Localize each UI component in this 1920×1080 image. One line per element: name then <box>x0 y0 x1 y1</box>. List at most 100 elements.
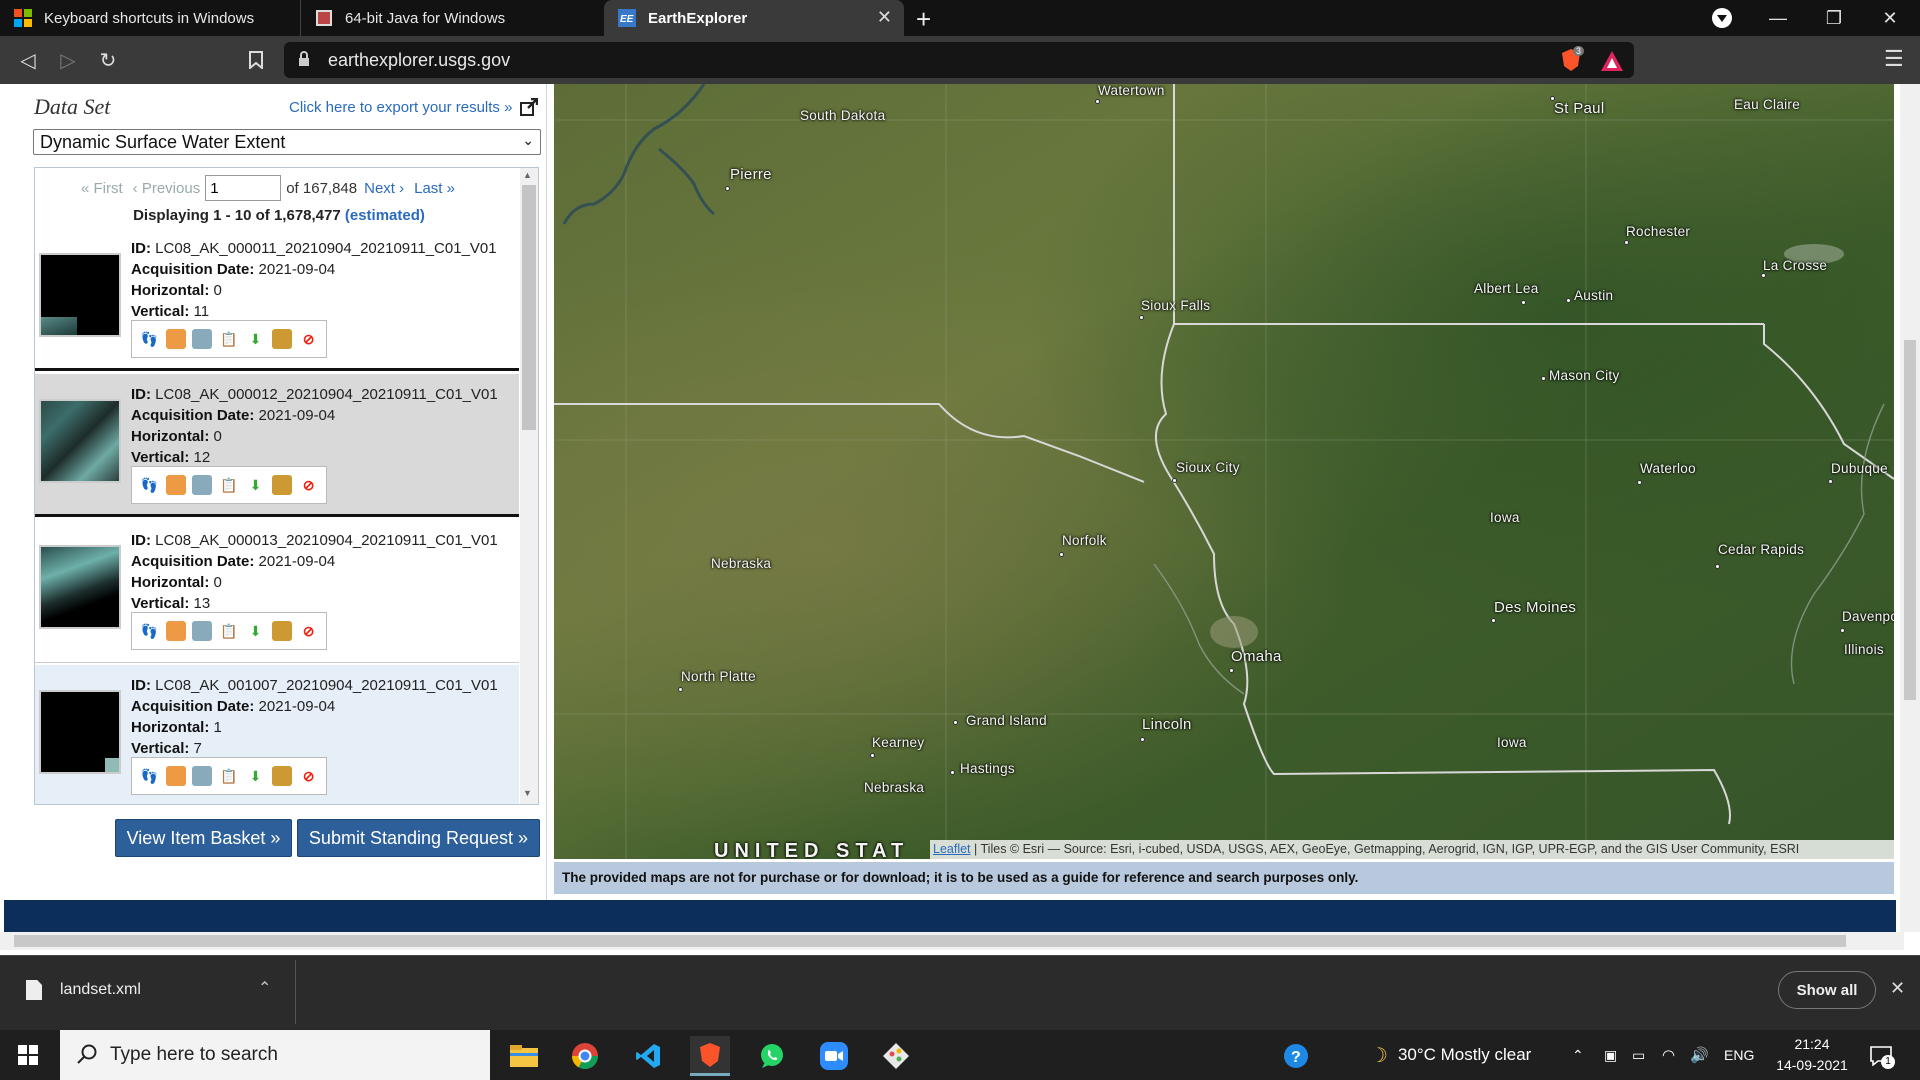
language-indicator[interactable]: ENG <box>1724 1030 1754 1080</box>
add-to-bulk-icon[interactable] <box>272 329 293 349</box>
footprint-icon[interactable]: 👣 <box>139 766 159 786</box>
add-to-bulk-icon[interactable] <box>272 475 293 495</box>
new-tab-button[interactable]: + <box>916 4 931 35</box>
page-number-input[interactable] <box>205 175 282 201</box>
map-label-nebraska: Nebraska <box>711 556 772 571</box>
leaflet-link[interactable]: Leaflet <box>933 842 971 856</box>
compare-icon[interactable] <box>192 766 213 786</box>
file-explorer-icon[interactable] <box>504 1036 544 1076</box>
metadata-icon[interactable]: 📋 <box>219 475 239 495</box>
close-downloads-icon[interactable]: ✕ <box>1890 978 1905 999</box>
result-item[interactable]: ID: LC08_AK_000013_20210904_20210911_C01… <box>35 520 519 663</box>
overlay-icon[interactable] <box>165 766 186 786</box>
download-icon[interactable]: ⬇ <box>246 329 266 349</box>
download-icon[interactable]: ⬇ <box>246 766 266 786</box>
git-kraken-icon[interactable] <box>876 1036 916 1076</box>
result-item[interactable]: ID: LC08_AK_000011_20210904_20210911_C01… <box>35 228 519 371</box>
result-item[interactable]: ID: LC08_AK_000012_20210904_20210911_C01… <box>35 374 519 517</box>
minimize-icon[interactable]: — <box>1750 0 1806 36</box>
results-scrollbar-thumb[interactable] <box>522 185 536 430</box>
result-thumbnail[interactable] <box>39 253 121 337</box>
metadata-icon[interactable]: 📋 <box>219 329 239 349</box>
restore-icon[interactable]: ❐ <box>1806 0 1862 36</box>
page-scrollbar-thumb[interactable] <box>1904 340 1916 700</box>
exclude-icon[interactable]: ⊘ <box>299 621 319 641</box>
result-thumbnail[interactable] <box>39 690 121 774</box>
map-view[interactable]: South Dakota Pierre Watertown St Paul Ea… <box>554 84 1894 859</box>
scroll-down-icon[interactable]: ▼ <box>523 788 532 798</box>
wifi-icon[interactable]: ◠ <box>1662 1030 1675 1080</box>
dataset-select[interactable]: Dynamic Surface Water Extent ⌄ <box>33 129 541 155</box>
download-filename[interactable]: landset.xml <box>60 981 141 999</box>
chevron-up-icon[interactable]: ⌃ <box>258 978 271 998</box>
footprint-icon[interactable]: 👣 <box>139 329 159 349</box>
taskbar-search[interactable]: Type here to search <box>60 1030 490 1080</box>
volume-icon[interactable]: 🔊 <box>1690 1030 1709 1080</box>
city-marker <box>1095 99 1100 104</box>
add-to-bulk-icon[interactable] <box>272 621 293 641</box>
bookmark-icon[interactable] <box>236 36 276 84</box>
exclude-icon[interactable]: ⊘ <box>299 766 319 786</box>
tab-java[interactable]: 64-bit Java for Windows <box>300 0 600 36</box>
next-page-link[interactable]: Next › <box>364 180 404 197</box>
chrome-icon[interactable] <box>565 1036 605 1076</box>
close-tab-icon[interactable]: ✕ <box>877 7 892 28</box>
close-window-icon[interactable]: ✕ <box>1862 0 1918 36</box>
brave-shield-icon[interactable]: 3 <box>1560 46 1585 72</box>
tab-keyboard-shortcuts[interactable]: Keyboard shortcuts in Windows <box>0 0 300 36</box>
tab-earthexplorer[interactable]: EE EarthExplorer ✕ <box>604 0 904 36</box>
zoom-icon[interactable] <box>814 1036 854 1076</box>
compare-icon[interactable] <box>192 475 213 495</box>
overlay-icon[interactable] <box>165 329 186 349</box>
compare-icon[interactable] <box>192 329 213 349</box>
export-results-link[interactable]: Click here to export your results » <box>289 99 512 116</box>
metadata-icon[interactable]: 📋 <box>219 766 239 786</box>
result-thumbnail[interactable] <box>39 399 121 483</box>
overlay-icon[interactable] <box>165 621 186 641</box>
result-id: LC08_AK_000012_20210904_20210911_C01_V01 <box>155 386 498 403</box>
footprint-icon[interactable]: 👣 <box>139 621 159 641</box>
horizontal-label: Horizontal: <box>131 719 210 736</box>
horizontal-scrollbar-thumb[interactable] <box>14 935 1846 947</box>
download-icon[interactable]: ⬇ <box>246 621 266 641</box>
add-to-bulk-icon[interactable] <box>272 766 293 786</box>
download-icon[interactable]: ⬇ <box>246 475 266 495</box>
device-icon[interactable]: ▣ <box>1604 1030 1617 1080</box>
compare-icon[interactable] <box>192 621 213 641</box>
clock[interactable]: 21:24 14-09-2021 <box>1772 1034 1852 1076</box>
submit-standing-request-button[interactable]: Submit Standing Request » <box>297 819 540 857</box>
start-icon[interactable] <box>18 1045 38 1070</box>
url-bar[interactable]: earthexplorer.usgs.gov <box>284 42 1634 78</box>
scroll-up-icon[interactable]: ▲ <box>523 170 532 180</box>
result-item[interactable]: ID: LC08_AK_001007_20210904_20210911_C01… <box>35 665 519 804</box>
forward-icon[interactable]: ▷ <box>48 36 88 84</box>
exclude-icon[interactable]: ⊘ <box>299 475 319 495</box>
menu-icon[interactable]: ☰ <box>1884 46 1904 72</box>
whatsapp-icon[interactable] <box>752 1036 792 1076</box>
footprint-icon[interactable]: 👣 <box>139 475 159 495</box>
chevron-down-icon[interactable] <box>1712 8 1732 28</box>
chevron-up-icon[interactable]: ⌃ <box>1572 1030 1584 1080</box>
back-icon[interactable]: ◁ <box>8 36 48 84</box>
help-icon[interactable]: ? <box>1278 1036 1314 1076</box>
metadata-icon[interactable]: 📋 <box>219 621 239 641</box>
notifications-icon[interactable]: 1 <box>1870 1046 1895 1071</box>
last-page-link[interactable]: Last » <box>414 180 455 197</box>
result-id: LC08_AK_000011_20210904_20210911_C01_V01 <box>155 240 497 257</box>
battery-icon[interactable]: ▭ <box>1632 1030 1645 1080</box>
view-item-basket-button[interactable]: View Item Basket » <box>115 819 292 857</box>
previous-page-link[interactable]: ‹ Previous <box>133 180 201 197</box>
result-thumbnail[interactable] <box>39 545 121 629</box>
show-all-button[interactable]: Show all <box>1778 971 1876 1009</box>
estimated-link[interactable]: (estimated) <box>345 207 425 224</box>
first-page-link[interactable]: « First <box>81 180 123 197</box>
vscode-icon[interactable] <box>628 1036 668 1076</box>
exclude-icon[interactable]: ⊘ <box>299 329 319 349</box>
overlay-icon[interactable] <box>165 475 186 495</box>
reload-icon[interactable]: ↻ <box>88 36 128 84</box>
brave-rewards-icon[interactable] <box>1600 50 1624 77</box>
result-actions: 👣 📋 ⬇ ⊘ <box>131 466 327 504</box>
brave-browser-icon[interactable] <box>690 1036 730 1076</box>
external-link-icon[interactable] <box>520 97 539 121</box>
weather-widget[interactable]: ☽ 30°C Mostly clear <box>1370 1030 1531 1080</box>
